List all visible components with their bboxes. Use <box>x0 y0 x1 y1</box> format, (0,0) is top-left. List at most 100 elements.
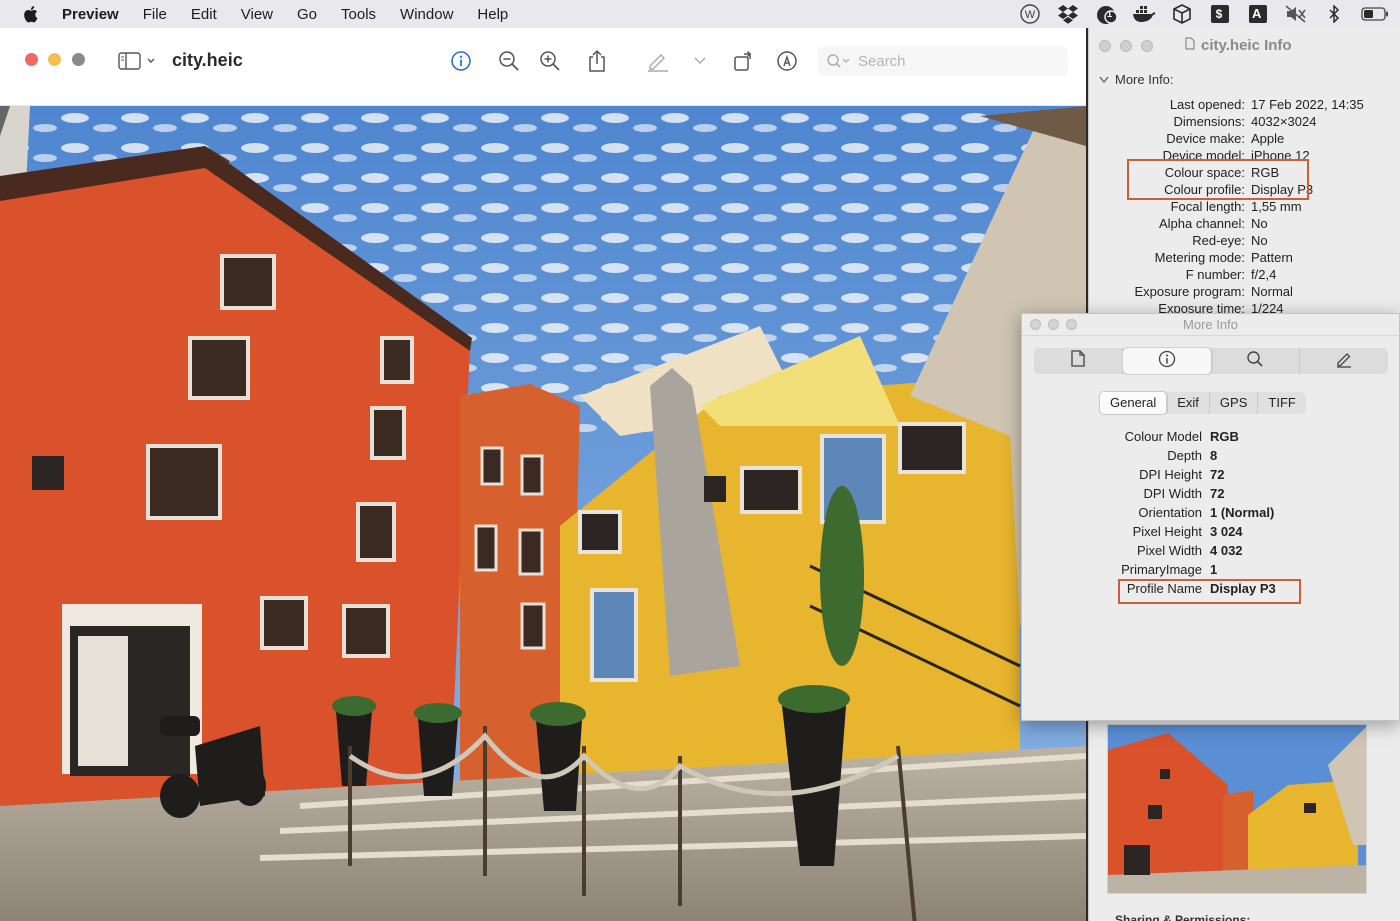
info-row: Alpha channel: No <box>1089 215 1400 232</box>
tab-annotations[interactable] <box>1300 348 1388 374</box>
info-zoom-button[interactable] <box>1141 40 1153 52</box>
cube-icon[interactable] <box>1170 2 1194 26</box>
markup-icon[interactable] <box>774 48 800 74</box>
info-value: 17 Feb 2022, 14:35 <box>1251 97 1364 112</box>
colour-highlight-box <box>1127 159 1309 200</box>
photo-canvas[interactable] <box>0 106 1086 921</box>
menu-go[interactable]: Go <box>297 6 317 23</box>
menu-file[interactable]: File <box>143 6 167 23</box>
metadata-key: Pixel Height <box>1132 524 1202 539</box>
metadata-value: 3 024 <box>1210 524 1243 539</box>
zoom-out-icon[interactable] <box>496 48 522 74</box>
tab-info[interactable] <box>1122 348 1212 374</box>
document-icon <box>1185 37 1195 54</box>
disclosure-chevron-icon <box>1099 72 1109 87</box>
menu-view[interactable]: View <box>241 6 273 23</box>
info-icon[interactable] <box>448 48 474 74</box>
info-key: Device make: <box>1166 131 1245 146</box>
w-circle-icon[interactable]: W <box>1018 2 1042 26</box>
tab-search[interactable] <box>1212 348 1301 374</box>
tab-gps[interactable]: GPS <box>1210 392 1259 414</box>
info-row: Device make: Apple <box>1089 130 1400 147</box>
sidebar-icon[interactable] <box>116 48 158 74</box>
search-placeholder: Search <box>858 52 906 70</box>
dropbox-icon[interactable] <box>1056 2 1080 26</box>
close-button[interactable] <box>25 53 38 66</box>
apple-menu-icon[interactable] <box>22 5 38 23</box>
metadata-value: 1 (Normal) <box>1210 505 1275 520</box>
general-metadata-rows: Colour Model RGB Depth 8 DPI Height 72 DPI … <box>1022 427 1400 598</box>
share-icon[interactable] <box>584 48 610 74</box>
metadata-row: PrimaryImage 1 <box>1022 560 1400 579</box>
badge-count: 1 <box>1107 9 1113 19</box>
metadata-value: RGB <box>1210 429 1239 444</box>
bluetooth-icon[interactable] <box>1322 2 1346 26</box>
zoom-in-icon[interactable] <box>537 48 563 74</box>
info-close-button[interactable] <box>1099 40 1111 52</box>
tab-exif[interactable]: Exif <box>1167 392 1210 414</box>
metadata-row: Colour Model RGB <box>1022 427 1400 446</box>
search-icon <box>826 53 850 69</box>
metadata-row: Orientation 1 (Normal) <box>1022 503 1400 522</box>
minimize-button[interactable] <box>48 53 61 66</box>
tab-document[interactable] <box>1034 348 1123 374</box>
info-value: 4032×3024 <box>1251 114 1317 129</box>
metadata-row: Pixel Width 4 032 <box>1022 541 1400 560</box>
metadata-row: Depth 8 <box>1022 446 1400 465</box>
document-title: city.heic <box>172 50 243 70</box>
info-value: Normal <box>1251 284 1293 299</box>
info-value: 1,55 mm <box>1251 199 1302 214</box>
metadata-value: 4 032 <box>1210 543 1243 558</box>
more-info-section-toggle[interactable]: More Info: <box>1099 72 1174 87</box>
info-key: Dimensions: <box>1173 114 1245 129</box>
info-row: Exposure program: Normal <box>1089 283 1400 300</box>
markup-pen-icon[interactable] <box>645 48 671 74</box>
info-key: Exposure program: <box>1134 284 1245 299</box>
info-value: Apple <box>1251 131 1285 146</box>
preview-thumbnail <box>1107 724 1367 894</box>
magnifier-icon <box>1246 350 1264 373</box>
menu-edit[interactable]: Edit <box>191 6 217 23</box>
info-row: Red-eye: No <box>1089 232 1400 249</box>
metadata-value: 1 <box>1210 562 1218 577</box>
a-box-icon[interactable]: A <box>1246 2 1270 26</box>
metadata-key: Depth <box>1167 448 1202 463</box>
menu-bar: Preview File Edit View Go Tools Window H… <box>0 0 1400 28</box>
menu-tools[interactable]: Tools <box>341 6 376 23</box>
metadata-row: DPI Height 72 <box>1022 465 1400 484</box>
rotate-icon[interactable] <box>731 48 757 74</box>
badge-app-icon[interactable]: 1 <box>1094 2 1118 26</box>
info-row: Metering mode: Pattern <box>1089 249 1400 266</box>
menu-help[interactable]: Help <box>477 6 508 23</box>
info-key: Metering mode: <box>1154 250 1245 265</box>
dollar-box-icon[interactable]: $ <box>1208 2 1232 26</box>
info-window-title-wrap: city.heic Info <box>1185 37 1292 54</box>
metadata-key: DPI Height <box>1139 467 1202 482</box>
search-input[interactable]: Search <box>818 46 1068 76</box>
metadata-key: DPI Width <box>1143 486 1202 501</box>
metadata-key: Colour Model <box>1124 429 1202 444</box>
more-info-label: More Info: <box>1115 72 1174 87</box>
metadata-value: 72 <box>1210 486 1225 501</box>
tab-tiff[interactable]: TIFF <box>1258 392 1305 414</box>
mute-icon[interactable] <box>1284 2 1308 26</box>
metadata-value: 8 <box>1210 448 1218 463</box>
metadata-row: DPI Width 72 <box>1022 484 1400 503</box>
info-value: f/2,4 <box>1251 267 1277 282</box>
pen-dropdown-chevron-icon[interactable] <box>690 48 710 74</box>
metadata-row: Pixel Height 3 024 <box>1022 522 1400 541</box>
menu-app-name[interactable]: Preview <box>62 6 119 23</box>
metadata-key: PrimaryImage <box>1121 562 1202 577</box>
menu-window[interactable]: Window <box>400 6 453 23</box>
info-key: Red-eye: <box>1192 233 1245 248</box>
info-key: Alpha channel: <box>1158 216 1245 231</box>
metadata-key: Orientation <box>1138 505 1202 520</box>
battery-icon[interactable] <box>1360 2 1390 26</box>
preview-toolbar: city.heic Search <box>0 28 1086 106</box>
docker-icon[interactable] <box>1132 2 1156 26</box>
info-minimize-button[interactable] <box>1120 40 1132 52</box>
more-info-titlebar: More Info <box>1022 314 1399 336</box>
tab-general[interactable]: General <box>1100 392 1168 414</box>
zoom-button[interactable] <box>72 53 85 66</box>
info-row: Dimensions: 4032×3024 <box>1089 113 1400 130</box>
